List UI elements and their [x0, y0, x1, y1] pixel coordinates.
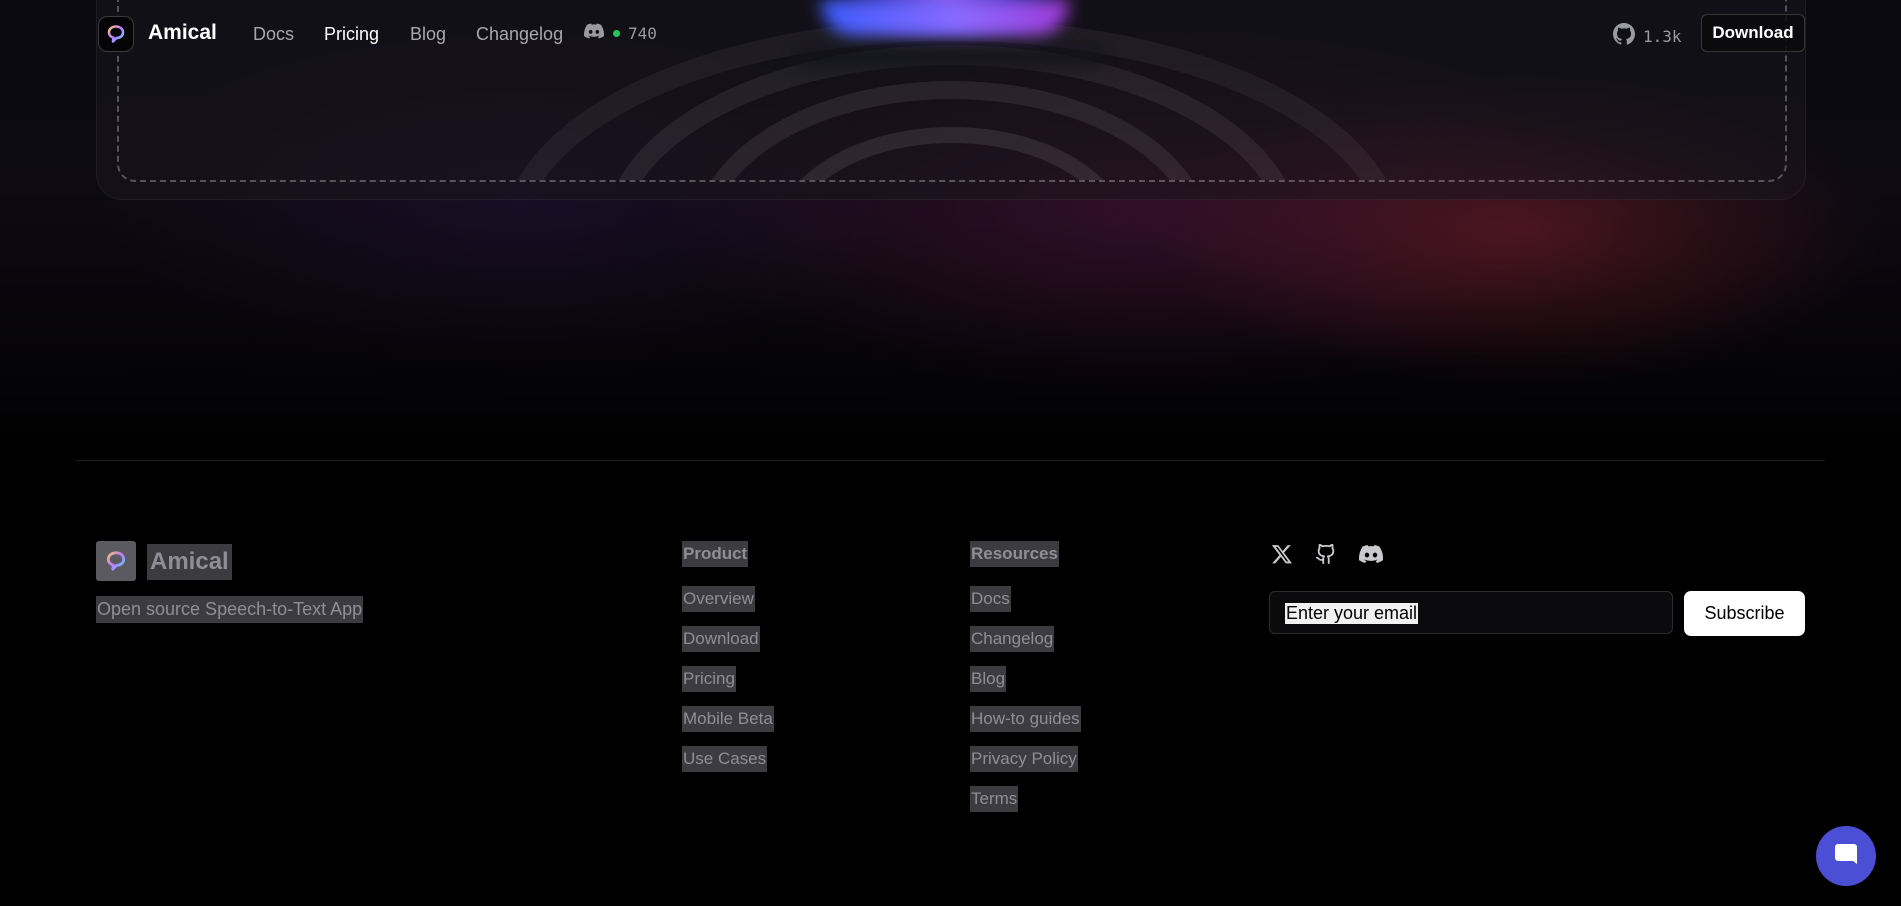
chat-icon: [1832, 840, 1860, 873]
product-column-heading: Product: [682, 541, 749, 567]
footer-link-privacy-policy[interactable]: Privacy Policy: [970, 746, 1078, 772]
footer-link-download[interactable]: Download: [682, 626, 760, 652]
download-button[interactable]: Download: [1701, 14, 1805, 52]
footer-link-blog[interactable]: Blog: [970, 666, 1007, 692]
footer-logo-icon[interactable]: [96, 541, 136, 581]
subscribe-button[interactable]: Subscribe: [1684, 591, 1805, 636]
top-navbar: Amical Docs Pricing Blog Changelog 740 1…: [0, 0, 1901, 70]
github-icon: [1613, 23, 1636, 50]
nav-pricing[interactable]: Pricing: [324, 24, 379, 45]
footer-link-overview[interactable]: Overview: [682, 586, 755, 612]
footer-link-changelog[interactable]: Changelog: [970, 626, 1055, 652]
brand-name[interactable]: Amical: [148, 21, 217, 45]
footer-brand-name: Amical: [147, 544, 232, 580]
footer-link-terms[interactable]: Terms: [970, 786, 1019, 812]
footer-link-use-cases[interactable]: Use Cases: [682, 746, 768, 772]
discord-icon[interactable]: [1358, 541, 1384, 567]
github-stars-link[interactable]: 1.3k: [1613, 23, 1682, 50]
footer-tagline: Open source Speech-to-Text App: [96, 596, 364, 623]
footer-divider: [75, 460, 1825, 461]
github-icon[interactable]: [1313, 541, 1339, 567]
nav-blog[interactable]: Blog: [410, 24, 446, 45]
chat-widget-button[interactable]: [1816, 826, 1876, 886]
footer-link-mobile-beta[interactable]: Mobile Beta: [682, 706, 774, 732]
logo-icon[interactable]: [98, 16, 134, 52]
footer-link-pricing[interactable]: Pricing: [682, 666, 736, 692]
discord-online-count: 740: [628, 24, 657, 43]
online-status-dot: [613, 30, 620, 37]
discord-online-link[interactable]: 740: [584, 23, 657, 44]
github-star-count: 1.3k: [1643, 27, 1682, 46]
nav-docs[interactable]: Docs: [253, 24, 294, 45]
footer-link-docs[interactable]: Docs: [970, 586, 1011, 612]
x-icon[interactable]: [1269, 541, 1295, 567]
footer-link-how-to-guides[interactable]: How-to guides: [970, 706, 1081, 732]
resources-column-heading: Resources: [970, 541, 1059, 567]
nav-changelog[interactable]: Changelog: [476, 24, 563, 45]
newsletter-email-input[interactable]: [1269, 591, 1673, 634]
discord-icon: [584, 23, 605, 44]
